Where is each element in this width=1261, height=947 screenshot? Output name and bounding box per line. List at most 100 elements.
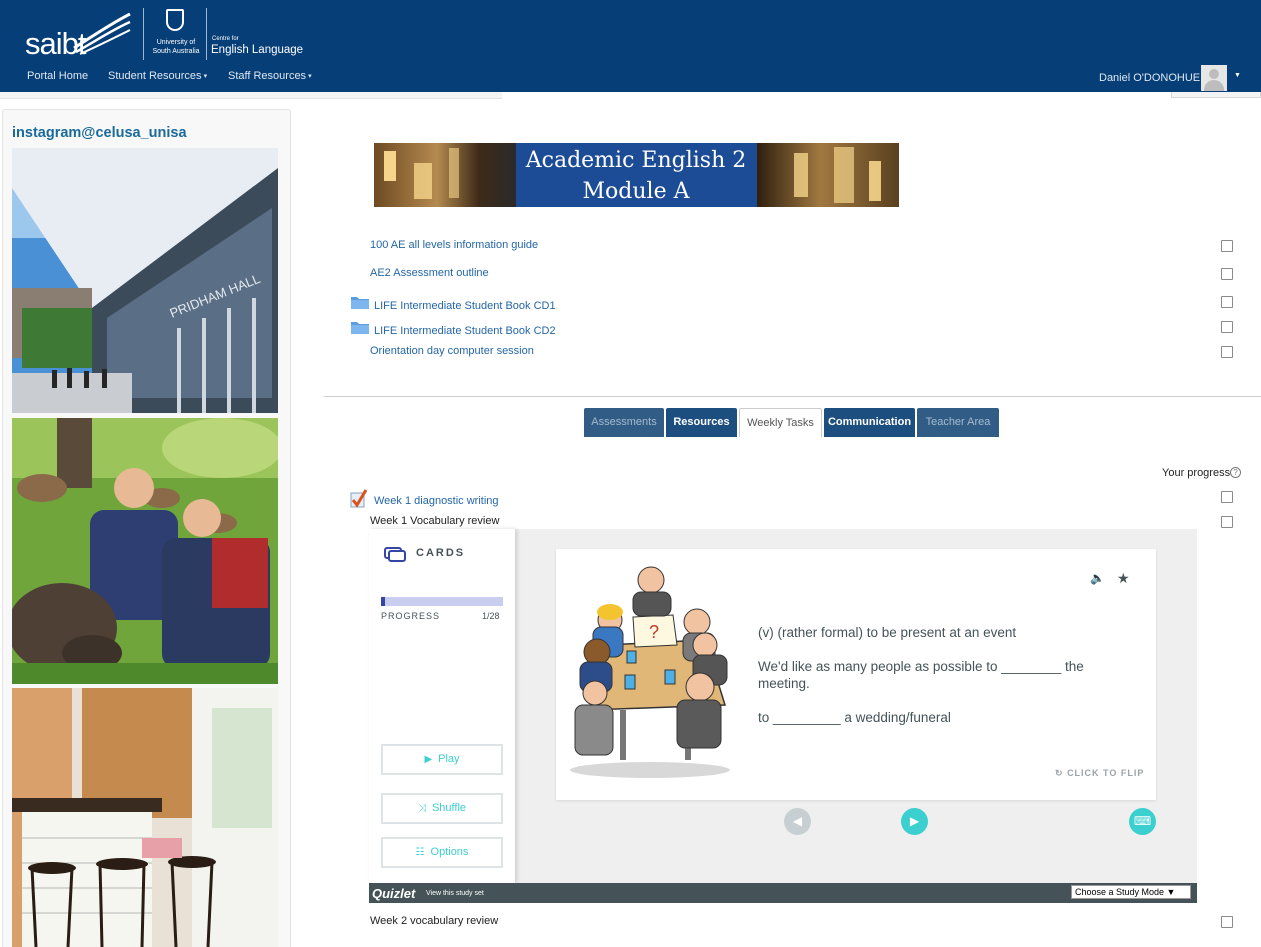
card-definition: (v) (rather formal) to be present at an … (758, 625, 1017, 640)
banner-title: Academic English 2 Module A (511, 143, 761, 207)
banner-window-shape (414, 163, 432, 199)
card-example-1: We'd like as many people as possible to … (758, 659, 1084, 691)
speaker-icon[interactable]: 🔈 (1090, 571, 1105, 585)
resource-link-orientation[interactable]: Orientation day computer session (370, 345, 534, 357)
shuffle-button[interactable]: ⤨ Shuffle (381, 793, 503, 824)
unisa-shield-icon (166, 9, 184, 31)
instagram-photo-building[interactable]: PRIDHAM HALL (12, 148, 278, 413)
completion-checkbox[interactable] (1221, 491, 1233, 503)
chevron-right-icon: ▶ (909, 814, 920, 828)
options-button[interactable]: ☷ Options (381, 837, 503, 868)
assignment-check-icon (350, 489, 368, 508)
completion-checkbox[interactable] (1221, 268, 1233, 280)
instagram-title[interactable]: instagram@celusa_unisa (12, 125, 187, 141)
centre-small-text: Centre for (212, 36, 239, 42)
caret-down-icon: ▾ (203, 73, 208, 80)
completion-checkbox[interactable] (1221, 240, 1233, 252)
completion-checkbox[interactable] (1221, 321, 1233, 333)
card-example-2: to _________ a wedding/funeral (758, 710, 951, 725)
nav-student-resources[interactable]: Student Resources ▾ (108, 70, 207, 82)
click-to-flip[interactable]: ↻ CLICK TO FLIP (1055, 768, 1144, 779)
nav-staff-resources[interactable]: Staff Resources ▾ (228, 70, 312, 82)
caret-down-icon: ▾ (308, 73, 312, 80)
resource-link-cd2[interactable]: LIFE Intermediate Student Book CD2 (374, 325, 556, 337)
star-icon[interactable]: ★ (1117, 570, 1130, 587)
completion-checkbox[interactable] (1221, 296, 1233, 308)
progress-label: PROGRESS (381, 611, 441, 621)
progress-track (381, 597, 503, 606)
quizlet-sidebar (369, 529, 515, 883)
resource-link-cd1[interactable]: LIFE Intermediate Student Book CD1 (374, 300, 556, 312)
keyboard-shortcuts-button[interactable]: ⌨ (1129, 808, 1156, 835)
section-divider (324, 396, 1261, 397)
course-banner: Academic English 2 Module A (374, 143, 899, 207)
nav-label: Student Resources (108, 70, 202, 82)
unisa-logo-text: University of South Australia (152, 38, 200, 56)
tab-teacher-area[interactable]: Teacher Area (917, 408, 999, 437)
play-button[interactable]: ▶ Play (381, 744, 503, 775)
user-menu-caret-icon[interactable]: ▼ (1234, 72, 1241, 79)
nav-portal-home[interactable]: Portal Home (27, 70, 88, 82)
cartoon-question-mark: ? (649, 622, 659, 642)
keyboard-icon: ⌨ (1133, 814, 1152, 828)
tab-assessments[interactable]: Assessments (584, 408, 664, 437)
weekly-label-vocab-review-2: Week 2 vocabulary review (370, 915, 499, 927)
photo-students-image (12, 418, 278, 684)
cards-mode-label[interactable]: CARDS (416, 547, 465, 559)
avatar-body-shape (1204, 80, 1224, 91)
instagram-photo-students[interactable] (12, 418, 278, 684)
user-name[interactable]: Daniel O'DONOHUE (1099, 72, 1200, 84)
instagram-photo-cafe[interactable] (12, 688, 278, 947)
study-mode-select[interactable]: Choose a Study Mode ▼ (1071, 885, 1191, 899)
nav-label: Portal Home (27, 70, 89, 82)
weekly-link-diagnostic-writing[interactable]: Week 1 diagnostic writing (374, 495, 499, 507)
progress-fill (381, 597, 385, 606)
unisa-line-1: University of (156, 39, 196, 46)
previous-card-button[interactable]: ◀ (784, 808, 811, 835)
progress-count: 1/28 (482, 611, 500, 621)
unisa-line-2: South Australia (152, 48, 200, 55)
banner-line-1: Academic English 2 (525, 148, 747, 173)
tab-communication[interactable]: Communication (824, 408, 915, 437)
photo-cafe-image (12, 688, 278, 947)
user-avatar[interactable] (1201, 65, 1227, 91)
folder-icon (351, 297, 369, 309)
view-study-set-link[interactable]: View this study set (426, 890, 484, 897)
resource-link-info-guide[interactable]: 100 AE all levels information guide (370, 239, 538, 251)
centre-big-text: English Language (211, 44, 304, 56)
tab-resources[interactable]: Resources (666, 408, 737, 437)
banner-window-shape (869, 161, 881, 201)
avatar-head-shape (1209, 69, 1219, 79)
flip-label: CLICK TO FLIP (1067, 768, 1145, 778)
flip-icon: ↻ (1055, 768, 1064, 778)
logo-divider (206, 8, 207, 60)
completion-checkbox[interactable] (1221, 516, 1233, 528)
weekly-label-vocab-review-1: Week 1 Vocabulary review (370, 515, 500, 527)
banner-window-shape (449, 148, 459, 198)
shuffle-label: Shuffle (431, 802, 467, 814)
header-strip (0, 92, 502, 99)
banner-line-2: Module A (582, 179, 690, 204)
banner-window-shape (384, 151, 396, 181)
shuffle-icon: ⤨ (417, 803, 426, 814)
completion-checkbox[interactable] (1221, 916, 1233, 928)
help-icon[interactable]: ? (1230, 467, 1241, 478)
quizlet-logo[interactable]: Quizlet (372, 886, 415, 901)
chevron-left-icon: ◀ (792, 814, 803, 828)
folder-icon (351, 322, 369, 334)
options-label: Options (430, 846, 469, 858)
next-card-button[interactable]: ▶ (901, 808, 928, 835)
resource-link-assessment-outline[interactable]: AE2 Assessment outline (370, 267, 489, 279)
header-strip-right (1171, 92, 1261, 98)
logo-divider (143, 8, 144, 60)
options-icon: ☷ (415, 847, 425, 858)
nav-label: Staff Resources (228, 70, 307, 82)
saibt-logo[interactable]: saibt (25, 26, 86, 62)
cards-icon (384, 547, 406, 562)
tab-weekly-tasks[interactable]: Weekly Tasks (739, 408, 822, 437)
photo-building-image: PRIDHAM HALL (12, 148, 278, 413)
play-icon: ▶ (424, 754, 433, 765)
play-label: Play (438, 753, 460, 765)
your-progress-label: Your progress (1162, 467, 1231, 479)
completion-checkbox[interactable] (1221, 346, 1233, 358)
